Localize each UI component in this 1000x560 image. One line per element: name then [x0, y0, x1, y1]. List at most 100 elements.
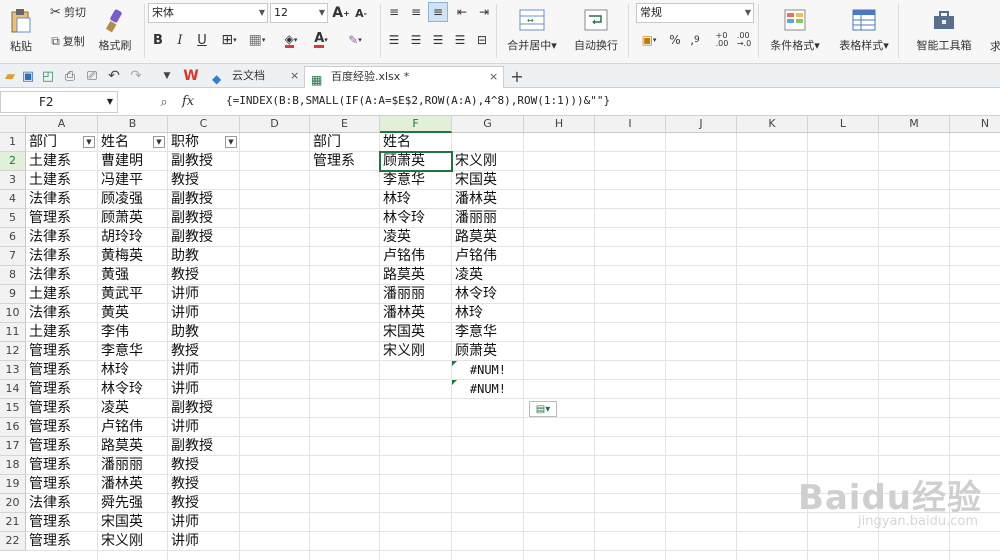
italic-button[interactable]: I [170, 30, 190, 50]
cell-b14[interactable]: 林令玲 [98, 380, 168, 399]
column-header-i[interactable]: I [595, 116, 666, 133]
cell-e2[interactable]: 管理系 [310, 152, 380, 171]
fill-color-button[interactable]: ◈ ▾ [278, 30, 304, 50]
cell-a2[interactable]: 土建系 [26, 152, 98, 171]
cell-a16[interactable]: 管理系 [26, 418, 98, 437]
undo-icon[interactable]: ↶ [106, 68, 122, 84]
cell-f2[interactable]: 顾萧英 [380, 152, 452, 171]
cell-a20[interactable]: 法律系 [26, 494, 98, 513]
row-header-17[interactable]: 17 [0, 437, 26, 456]
align-center-icon[interactable]: ☰ [406, 30, 426, 50]
cell-b11[interactable]: 李伟 [98, 323, 168, 342]
align-bottom-icon[interactable]: ≡ [428, 2, 448, 22]
cell-b13[interactable]: 林玲 [98, 361, 168, 380]
column-header-f[interactable]: F [380, 116, 452, 133]
cell-a4[interactable]: 法律系 [26, 190, 98, 209]
row-header-2[interactable]: 2 [0, 152, 26, 171]
cell-c9[interactable]: 讲师 [168, 285, 240, 304]
paste-button[interactable]: 粘贴 [2, 2, 40, 60]
percent-button[interactable]: % [666, 30, 684, 50]
cell-b12[interactable]: 李意华 [98, 342, 168, 361]
fill-pattern-button[interactable]: ▦ ▾ [244, 30, 270, 50]
row-header-16[interactable]: 16 [0, 418, 26, 437]
cell-a3[interactable]: 土建系 [26, 171, 98, 190]
cell-e1[interactable]: 部门 [310, 133, 380, 152]
row-header-4[interactable]: 4 [0, 190, 26, 209]
cell-b17[interactable]: 路莫英 [98, 437, 168, 456]
currency-button[interactable]: ▣ ▾ [636, 30, 662, 50]
close-icon[interactable]: × [290, 66, 299, 86]
filter-dropdown-icon[interactable]: ▼ [153, 136, 165, 148]
cell-b7[interactable]: 黄梅英 [98, 247, 168, 266]
row-header-19[interactable]: 19 [0, 475, 26, 494]
cell-b8[interactable]: 黄强 [98, 266, 168, 285]
row-header-5[interactable]: 5 [0, 209, 26, 228]
align-top-icon[interactable]: ≡ [384, 2, 404, 22]
row-header-10[interactable]: 10 [0, 304, 26, 323]
cell-g6[interactable]: 路莫英 [452, 228, 524, 247]
cell-b4[interactable]: 顾凌强 [98, 190, 168, 209]
row-header-8[interactable]: 8 [0, 266, 26, 285]
cell-a7[interactable]: 法律系 [26, 247, 98, 266]
cell-a22[interactable]: 管理系 [26, 532, 98, 551]
cell-a10[interactable]: 法律系 [26, 304, 98, 323]
column-header-l[interactable]: L [808, 116, 879, 133]
format-painter-button[interactable]: 格式刷 [94, 2, 136, 60]
cell-b22[interactable]: 宋义刚 [98, 532, 168, 551]
cell-c14[interactable]: 讲师 [168, 380, 240, 399]
save-icon[interactable]: ▣ [20, 68, 36, 84]
align-middle-icon[interactable]: ≡ [406, 2, 426, 22]
cell-f5[interactable]: 林令玲 [380, 209, 452, 228]
cell-f12[interactable]: 宋义刚 [380, 342, 452, 361]
cell-f11[interactable]: 宋国英 [380, 323, 452, 342]
cell-f6[interactable]: 凌英 [380, 228, 452, 247]
paste-options-icon[interactable]: ▤▾ [529, 401, 557, 417]
cell-g13[interactable]: #NUM! [452, 361, 524, 380]
align-right-icon[interactable]: ☰ [428, 30, 448, 50]
column-header-e[interactable]: E [310, 116, 380, 133]
cell-g9[interactable]: 林令玲 [452, 285, 524, 304]
cell-c10[interactable]: 讲师 [168, 304, 240, 323]
new-tab-button[interactable]: + [508, 66, 526, 86]
cell-c8[interactable]: 教授 [168, 266, 240, 285]
column-header-h[interactable]: H [524, 116, 595, 133]
cell-g3[interactable]: 宋国英 [452, 171, 524, 190]
cell-b20[interactable]: 舜先强 [98, 494, 168, 513]
cell-c11[interactable]: 助教 [168, 323, 240, 342]
cell-g8[interactable]: 凌英 [452, 266, 524, 285]
table-style-button[interactable]: 表格样式▾ [832, 2, 896, 60]
print-preview-icon[interactable]: ⎚ [84, 68, 100, 84]
column-header-m[interactable]: M [879, 116, 950, 133]
select-all-corner[interactable] [0, 116, 26, 133]
cell-a11[interactable]: 土建系 [26, 323, 98, 342]
row-header-9[interactable]: 9 [0, 285, 26, 304]
cell-c13[interactable]: 讲师 [168, 361, 240, 380]
column-header-a[interactable]: A [26, 116, 98, 133]
cell-f10[interactable]: 潘林英 [380, 304, 452, 323]
cell-a12[interactable]: 管理系 [26, 342, 98, 361]
fx-label[interactable]: fx [182, 94, 194, 109]
name-box[interactable]: F2 ▼ [0, 91, 118, 113]
zoom-icon[interactable]: ⌕ [156, 94, 172, 110]
cell-a14[interactable]: 管理系 [26, 380, 98, 399]
cell-c7[interactable]: 助教 [168, 247, 240, 266]
close-icon[interactable]: × [489, 67, 498, 87]
formula-input[interactable]: {=INDEX(B:B,SMALL(IF(A:A=$E$2,ROW(A:A),4… [216, 91, 1000, 113]
cell-a5[interactable]: 管理系 [26, 209, 98, 228]
cell-f8[interactable]: 路莫英 [380, 266, 452, 285]
font-color-button[interactable]: A ▾ [308, 30, 334, 50]
cell-c15[interactable]: 副教授 [168, 399, 240, 418]
cell-c2[interactable]: 副教授 [168, 152, 240, 171]
wrap-text-button[interactable]: 自动换行 [566, 2, 626, 60]
cell-g2[interactable]: 宋义刚 [452, 152, 524, 171]
cell-a6[interactable]: 法律系 [26, 228, 98, 247]
indent-decrease-icon[interactable]: ⇤ [452, 2, 472, 22]
cell-b18[interactable]: 潘丽丽 [98, 456, 168, 475]
filter-dropdown-icon[interactable]: ▼ [225, 136, 237, 148]
row-header-18[interactable]: 18 [0, 456, 26, 475]
row-header-12[interactable]: 12 [0, 342, 26, 361]
increase-font-button[interactable]: A + [332, 3, 350, 23]
cell-a13[interactable]: 管理系 [26, 361, 98, 380]
cell-c16[interactable]: 讲师 [168, 418, 240, 437]
column-header-j[interactable]: J [666, 116, 737, 133]
